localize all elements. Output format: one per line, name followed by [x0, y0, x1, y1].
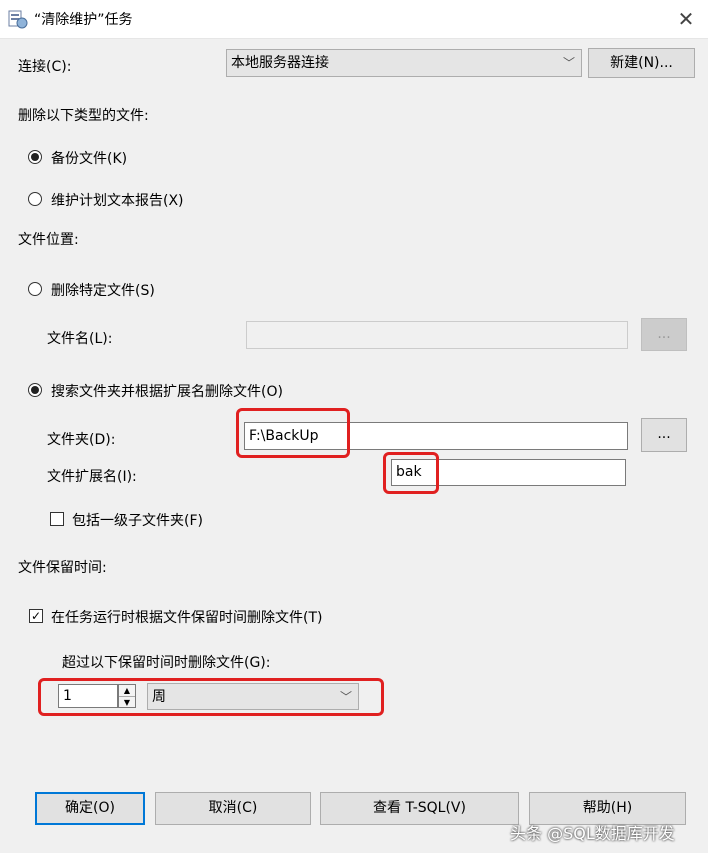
- filename-label: 文件名(L):: [47, 331, 113, 347]
- report-files-label: 维护计划文本报告(X): [51, 193, 184, 209]
- title-bar: “清除维护”任务 ✕: [0, 0, 708, 39]
- radio-specific-file[interactable]: [28, 282, 42, 296]
- retention-highlight: [38, 678, 384, 716]
- chevron-down-icon: ﹀: [562, 56, 575, 70]
- radio-report-files[interactable]: [28, 192, 42, 206]
- delete-by-age-label: 在任务运行时根据文件保留时间删除文件(T): [51, 610, 323, 626]
- view-tsql-button[interactable]: 查看 T-SQL(V): [320, 792, 519, 825]
- backup-files-label: 备份文件(K): [51, 151, 128, 167]
- close-icon[interactable]: ✕: [672, 5, 700, 33]
- window-title: “清除维护”任务: [34, 12, 133, 28]
- filename-input[interactable]: [246, 321, 628, 349]
- radio-backup-files[interactable]: [28, 150, 42, 164]
- folder-highlight: [236, 408, 350, 458]
- browse-file-button[interactable]: ...: [641, 318, 687, 351]
- connection-label: 连接(C):: [18, 59, 72, 75]
- task-icon: [8, 10, 28, 29]
- connection-value: 本地服务器连接: [231, 55, 329, 71]
- cancel-button[interactable]: 取消(C): [155, 792, 311, 825]
- delete-by-age-checkbox[interactable]: ✓: [29, 609, 43, 623]
- older-than-label: 超过以下保留时间时删除文件(G):: [62, 655, 271, 671]
- retention-heading: 文件保留时间:: [18, 560, 107, 576]
- connection-select[interactable]: 本地服务器连接 ﹀: [226, 49, 582, 77]
- new-connection-button[interactable]: 新建(N)...: [588, 48, 695, 78]
- ok-button[interactable]: 确定(O): [35, 792, 145, 825]
- watermark-text: 头条 @SQL数据库开发: [510, 824, 675, 843]
- include-subfolder-checkbox[interactable]: [50, 512, 64, 526]
- include-subfolder-label: 包括一级子文件夹(F): [72, 513, 203, 529]
- specific-file-label: 删除特定文件(S): [51, 283, 155, 299]
- radio-search-folder[interactable]: [28, 383, 42, 397]
- extension-highlight: [383, 452, 439, 494]
- extension-label: 文件扩展名(I):: [47, 469, 137, 485]
- search-folder-label: 搜索文件夹并根据扩展名删除文件(O): [51, 384, 283, 400]
- delete-types-heading: 删除以下类型的文件:: [18, 108, 149, 124]
- folder-label: 文件夹(D):: [47, 432, 116, 448]
- browse-folder-button[interactable]: ...: [641, 418, 687, 452]
- file-location-heading: 文件位置:: [18, 232, 79, 248]
